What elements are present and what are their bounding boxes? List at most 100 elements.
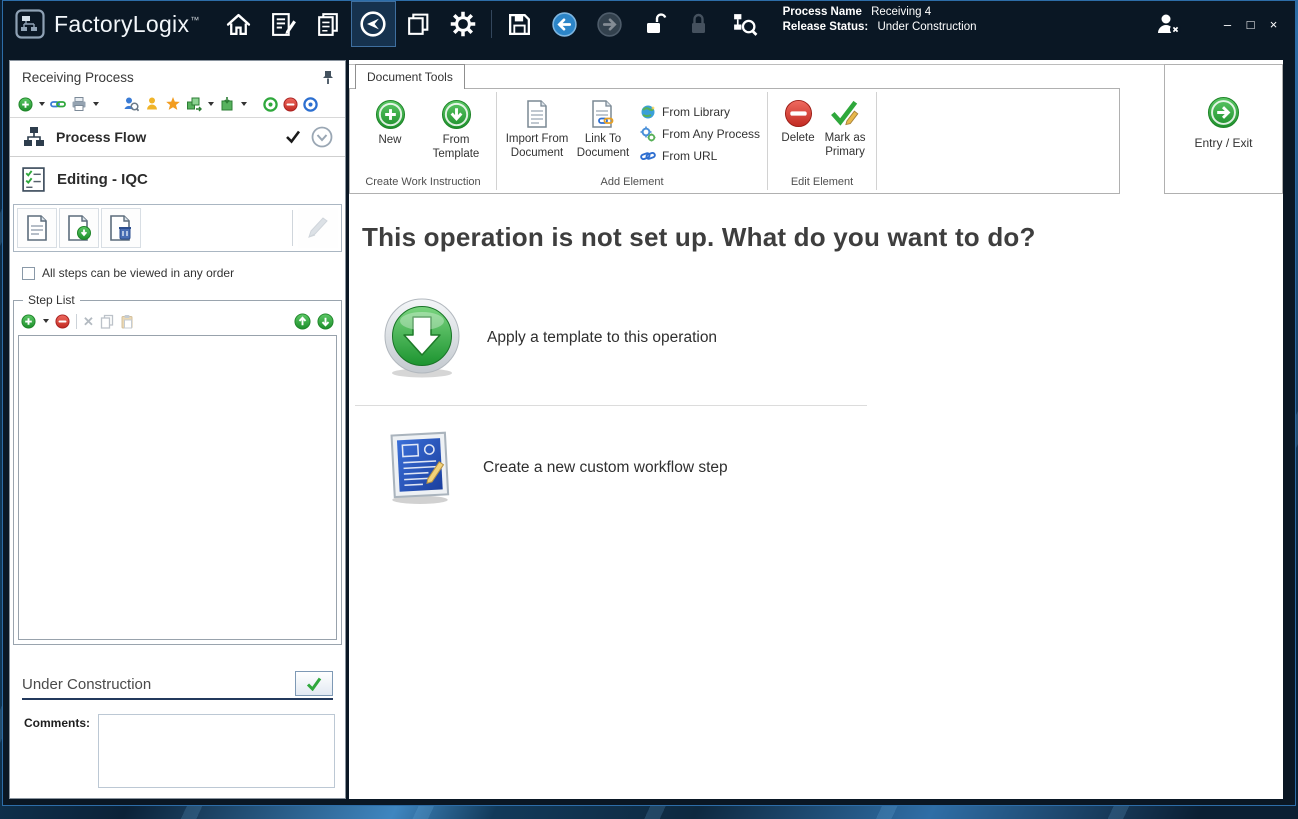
copy-pages-button[interactable] (396, 1, 441, 47)
copy-pages-icon (405, 11, 432, 38)
window-controls: – □ × (1154, 11, 1285, 37)
disable-button[interactable] (283, 97, 298, 112)
create-workflow-label: Create a new custom workflow step (483, 459, 728, 477)
remove-step-button[interactable] (55, 314, 70, 329)
from-library-button[interactable]: From Library (640, 101, 760, 123)
add-dropdown-caret[interactable] (39, 102, 45, 106)
maximize-button[interactable]: □ (1239, 17, 1262, 32)
edit-list-icon (270, 11, 297, 38)
documents-button[interactable] (306, 1, 351, 47)
create-workflow-option[interactable]: Create a new custom workflow step (382, 430, 1283, 506)
enable-button[interactable] (263, 97, 278, 112)
add-step-dropdown-caret[interactable] (43, 319, 49, 323)
info-button[interactable] (303, 97, 318, 112)
copy-button[interactable] (100, 314, 114, 329)
user-button[interactable] (144, 96, 160, 112)
highlight-button[interactable] (165, 96, 181, 112)
ribbon-body: New From Template Creat (349, 88, 1120, 194)
navigate-button[interactable] (351, 1, 396, 47)
paste-icon (120, 314, 134, 329)
comments-label: Comments: (24, 714, 90, 730)
link-button[interactable] (50, 96, 66, 112)
move-down-button[interactable] (317, 313, 334, 330)
collapse-button[interactable] (311, 126, 333, 148)
from-template-button[interactable]: From Template (423, 99, 489, 161)
app-name: FactoryLogix™ (54, 11, 200, 38)
step-list[interactable] (18, 335, 337, 640)
cut-icon[interactable]: ✕ (83, 315, 94, 328)
group-label: Edit Element (770, 174, 874, 192)
pin-icon[interactable] (321, 70, 335, 85)
step-list-title: Step List (23, 293, 80, 307)
import-template-step-button[interactable] (59, 208, 99, 248)
settings-button[interactable] (441, 1, 486, 47)
from-any-process-button[interactable]: From Any Process (640, 123, 760, 145)
lock-button[interactable] (677, 1, 722, 47)
forward-icon (596, 11, 623, 38)
process-flow-row[interactable]: Process Flow (10, 118, 345, 156)
print-button[interactable] (71, 96, 87, 112)
import-steps-button[interactable] (219, 96, 235, 112)
export-steps-button[interactable] (186, 96, 202, 112)
approve-status-button[interactable] (295, 671, 333, 696)
receiving-process-panel: Receiving Process (9, 60, 346, 799)
import-document-icon (525, 99, 549, 129)
add-step-button[interactable] (21, 314, 36, 329)
divider (292, 210, 293, 246)
from-template-label: From Template (423, 134, 489, 161)
edit-step-button[interactable] (298, 208, 338, 248)
app-logo: FactoryLogix™ (15, 9, 200, 39)
import-from-document-button[interactable]: Import From Document (504, 99, 570, 160)
paste-button[interactable] (120, 314, 134, 329)
panel-toolbar (10, 91, 345, 117)
save-button[interactable] (497, 1, 542, 47)
lock-icon (686, 11, 712, 37)
user-button[interactable] (1154, 11, 1182, 37)
documents-icon (315, 11, 342, 38)
back-icon (551, 11, 578, 38)
print-dropdown-caret[interactable] (93, 102, 99, 106)
find-user-button[interactable] (123, 96, 139, 112)
divider (349, 64, 1283, 65)
close-button[interactable]: × (1262, 17, 1285, 32)
group-label: Create Work Instruction (352, 174, 494, 192)
back-button[interactable] (542, 1, 587, 47)
step-list-toolbar: ✕ (18, 310, 337, 332)
process-search-button[interactable] (722, 1, 767, 47)
from-library-label: From Library (662, 105, 730, 119)
import-dropdown-caret[interactable] (241, 102, 247, 106)
link-to-document-button[interactable]: Link To Document (570, 99, 636, 160)
mark-as-primary-button[interactable]: Mark as Primary (821, 99, 869, 159)
comments-input[interactable] (98, 714, 335, 788)
new-button[interactable]: New (357, 99, 423, 148)
from-url-button[interactable]: From URL (640, 145, 760, 167)
green-check-icon (306, 677, 322, 691)
export-dropdown-caret[interactable] (208, 102, 214, 106)
group-edit-element: Delete Mark as Primary Edit Element (768, 89, 876, 193)
apply-template-icon (382, 297, 462, 379)
document-import-icon (66, 214, 92, 242)
apply-template-option[interactable]: Apply a template to this operation (382, 297, 1283, 379)
forward-button[interactable] (587, 1, 632, 47)
process-gears-icon (640, 126, 656, 142)
delete-button[interactable]: Delete (775, 99, 821, 146)
any-order-checkbox[interactable] (22, 267, 35, 280)
view-order-option[interactable]: All steps can be viewed in any order (10, 254, 345, 288)
tab-document-tools[interactable]: Document Tools (355, 64, 465, 89)
panel-title: Receiving Process (22, 70, 321, 85)
step-list-group: Step List ✕ (13, 300, 342, 645)
entry-exit-button[interactable]: Entry / Exit (1164, 64, 1283, 194)
home-button[interactable] (216, 1, 261, 47)
release-status-row: Under Construction (22, 671, 333, 700)
delete-step-button[interactable] (101, 208, 141, 248)
new-document-step-button[interactable] (17, 208, 57, 248)
import-from-document-label: Import From Document (504, 133, 570, 160)
copy-icon (100, 314, 114, 329)
add-button[interactable] (18, 97, 33, 112)
unlock-button[interactable] (632, 1, 677, 47)
edit-list-button[interactable] (261, 1, 306, 47)
minimize-button[interactable]: – (1216, 17, 1239, 32)
move-up-button[interactable] (294, 313, 311, 330)
link-document-icon (590, 99, 616, 129)
process-info: Process Name Receiving 4 Release Status:… (783, 1, 977, 35)
